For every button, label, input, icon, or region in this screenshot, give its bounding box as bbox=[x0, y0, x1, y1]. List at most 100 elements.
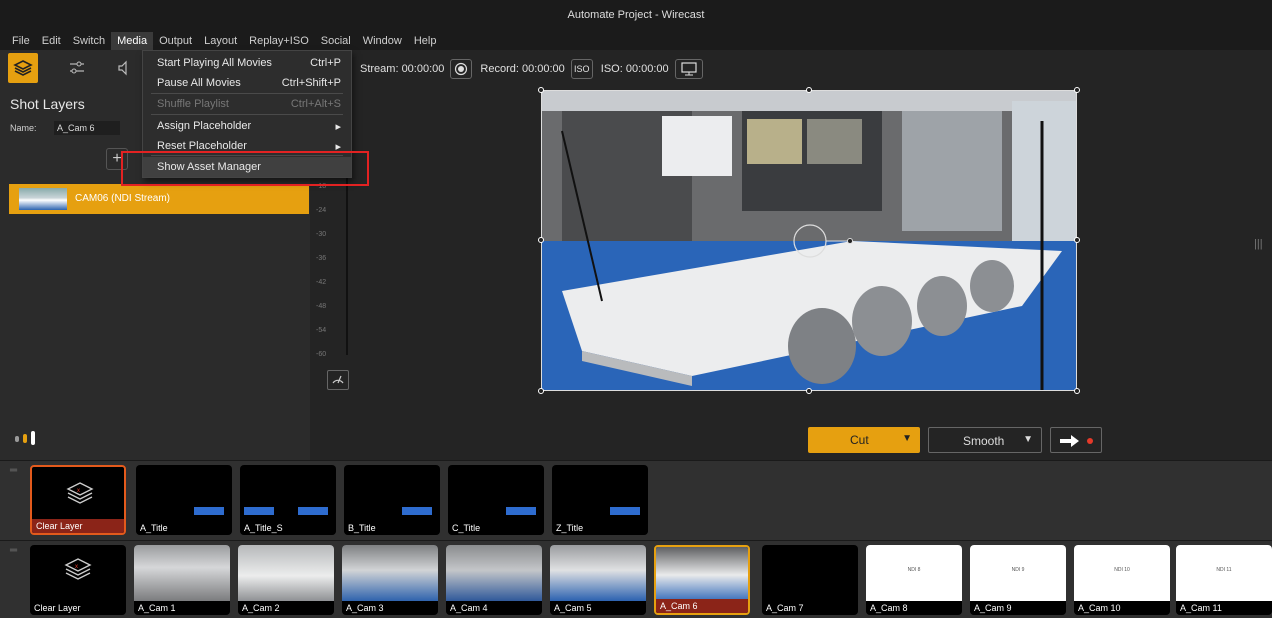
resize-handle[interactable] bbox=[538, 388, 544, 394]
layer-row[interactable]: CAM06 (NDI Stream) bbox=[9, 184, 309, 214]
shot-a-cam-2[interactable]: A_Cam 2 bbox=[238, 545, 334, 615]
resize-handle[interactable] bbox=[806, 388, 812, 394]
shot-a-cam-3[interactable]: A_Cam 3 bbox=[342, 545, 438, 615]
monitor-button[interactable] bbox=[674, 59, 703, 79]
camera-thumbnail bbox=[656, 547, 748, 603]
audio-button[interactable] bbox=[110, 53, 140, 83]
shot-name: A_Cam 9 bbox=[970, 601, 1066, 615]
title-bar: Automate Project - Wirecast bbox=[0, 0, 1272, 32]
camera-thumbnail bbox=[550, 545, 646, 601]
shot-a-cam-5[interactable]: A_Cam 5 bbox=[550, 545, 646, 615]
shot-name: C_Title bbox=[448, 521, 544, 535]
transition-bar: Cut ▼ Smooth ▼ bbox=[0, 420, 1272, 460]
resize-handle[interactable] bbox=[1074, 237, 1080, 243]
shot-name: A_Cam 7 bbox=[762, 601, 858, 615]
title-bar-graphic bbox=[194, 507, 224, 515]
resize-handle[interactable] bbox=[1074, 87, 1080, 93]
shot-z-title[interactable]: Z_Title bbox=[552, 465, 648, 535]
shot-a-cam-6[interactable]: A_Cam 6 bbox=[654, 545, 750, 615]
shot-a-cam-9[interactable]: NDI 9 A_Cam 9 bbox=[970, 545, 1066, 615]
menu-window[interactable]: Window bbox=[357, 32, 408, 50]
shot-strip-titles: ═ x Clear Layer A_Title A_Title_S B_Titl… bbox=[0, 460, 1272, 540]
menu-item-assign-placeholder[interactable]: Assign Placeholder ▸ bbox=[143, 116, 351, 136]
strip-grip-icon[interactable]: ═ bbox=[10, 465, 17, 476]
meter-reset-button[interactable] bbox=[327, 370, 349, 390]
meter-tick: -36 bbox=[316, 255, 327, 262]
menu-output[interactable]: Output bbox=[153, 32, 198, 50]
shot-name-field[interactable]: A_Cam 6 bbox=[54, 121, 120, 135]
iso-time: ISO: 00:00:00 bbox=[600, 63, 669, 75]
preview-canvas[interactable] bbox=[541, 90, 1077, 391]
shot-a-cam-10[interactable]: NDI 10 A_Cam 10 bbox=[1074, 545, 1170, 615]
menu-item-start-playing-all-movies[interactable]: Start Playing All Movies Ctrl+P bbox=[143, 53, 351, 73]
stream-button[interactable] bbox=[450, 59, 473, 79]
menu-edit[interactable]: Edit bbox=[36, 32, 67, 50]
menu-item-label: Pause All Movies bbox=[157, 77, 241, 89]
menu-file[interactable]: File bbox=[6, 32, 36, 50]
shot-name: A_Cam 3 bbox=[342, 601, 438, 615]
menu-replay-iso[interactable]: Replay+ISO bbox=[243, 32, 315, 50]
strip-grip-icon[interactable]: ═ bbox=[10, 545, 17, 556]
smooth-label: Smooth bbox=[963, 434, 1005, 448]
shot-b-title[interactable]: B_Title bbox=[344, 465, 440, 535]
resize-handle[interactable] bbox=[538, 87, 544, 93]
menu-item-pause-all-movies[interactable]: Pause All Movies Ctrl+Shift+P bbox=[143, 73, 351, 93]
go-button[interactable] bbox=[1050, 427, 1102, 453]
shot-a-cam-4[interactable]: A_Cam 4 bbox=[446, 545, 542, 615]
resize-handle[interactable] bbox=[806, 87, 812, 93]
menu-separator bbox=[151, 114, 343, 115]
chevron-down-icon[interactable]: ▼ bbox=[1023, 434, 1033, 445]
menu-media[interactable]: Media bbox=[111, 32, 154, 50]
shot-name: A_Cam 4 bbox=[446, 601, 542, 615]
monitor-icon bbox=[681, 62, 697, 76]
iso-button[interactable]: ISO bbox=[570, 59, 593, 79]
ndi-placeholder bbox=[1176, 545, 1272, 601]
panel-grip-icon[interactable]: ||| bbox=[1254, 238, 1263, 250]
layers-button[interactable] bbox=[8, 53, 38, 83]
shot-c-title[interactable]: C_Title bbox=[448, 465, 544, 535]
chevron-right-icon: ▸ bbox=[335, 121, 341, 133]
ndi-placeholder bbox=[970, 545, 1066, 601]
app-window: Automate Project - Wirecast File Edit Sw… bbox=[0, 0, 1272, 618]
shot-name: Clear Layer bbox=[32, 519, 124, 533]
svg-text:x: x bbox=[75, 564, 78, 570]
shot-a-title[interactable]: A_Title bbox=[136, 465, 232, 535]
shot-name: A_Title_S bbox=[240, 521, 336, 535]
panel-title: Shot Layers bbox=[10, 96, 85, 112]
resize-handle[interactable] bbox=[538, 237, 544, 243]
menu-bar: File Edit Switch Media Output Layout Rep… bbox=[0, 32, 1272, 50]
title-bar-graphic bbox=[506, 507, 536, 515]
menu-social[interactable]: Social bbox=[315, 32, 357, 50]
record-dot-icon bbox=[1087, 438, 1093, 444]
menu-switch[interactable]: Switch bbox=[67, 32, 111, 50]
chevron-down-icon[interactable]: ▼ bbox=[902, 433, 912, 444]
highlight-box bbox=[121, 151, 369, 186]
shot-a-title-s[interactable]: A_Title_S bbox=[240, 465, 336, 535]
menu-item-shuffle-playlist[interactable]: Shuffle Playlist Ctrl+Alt+S bbox=[143, 94, 351, 114]
shot-clear-layer[interactable]: x Clear Layer bbox=[30, 465, 126, 535]
menu-item-shortcut: Ctrl+Alt+S bbox=[290, 98, 341, 110]
menu-layout[interactable]: Layout bbox=[198, 32, 243, 50]
shot-clear-layer[interactable]: x Clear Layer bbox=[30, 545, 126, 615]
meter-tick: -30 bbox=[316, 231, 327, 238]
resize-handle[interactable] bbox=[1074, 388, 1080, 394]
cut-button[interactable]: Cut ▼ bbox=[808, 427, 920, 453]
iso-icon: ISO bbox=[574, 64, 590, 74]
shot-name: A_Cam 5 bbox=[550, 601, 646, 615]
ndi-label: NDI 10 bbox=[1114, 567, 1130, 573]
shot-a-cam-11[interactable]: NDI 11 A_Cam 11 bbox=[1176, 545, 1272, 615]
shot-a-cam-1[interactable]: A_Cam 1 bbox=[134, 545, 230, 615]
shot-a-cam-8[interactable]: NDI 8 A_Cam 8 bbox=[866, 545, 962, 615]
name-label: Name: bbox=[10, 123, 37, 133]
properties-button[interactable] bbox=[62, 53, 92, 83]
menu-help[interactable]: Help bbox=[408, 32, 443, 50]
meter-tick: -60 bbox=[316, 351, 327, 358]
menu-item-shortcut: Ctrl+P bbox=[310, 57, 341, 69]
record-time: Record: 00:00:00 bbox=[480, 63, 565, 75]
shot-name: B_Title bbox=[344, 521, 440, 535]
shot-name: A_Title bbox=[136, 521, 232, 535]
camera-thumbnail bbox=[446, 545, 542, 601]
smooth-button[interactable]: Smooth ▼ bbox=[928, 427, 1042, 453]
svg-text:x: x bbox=[77, 488, 80, 494]
shot-a-cam-7[interactable]: A_Cam 7 bbox=[762, 545, 858, 615]
